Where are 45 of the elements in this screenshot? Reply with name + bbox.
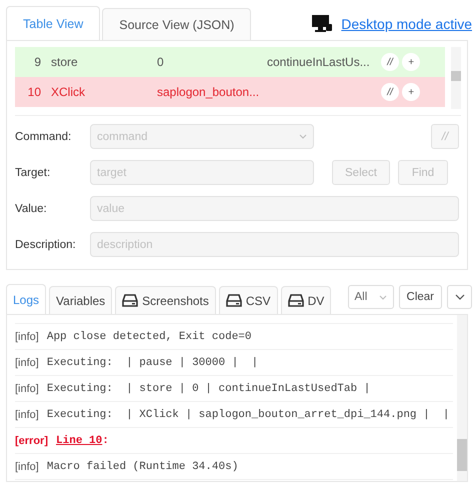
table-row[interactable]: 9 store 0 continueInLastUs... // + xyxy=(15,47,445,77)
log-level: [info] xyxy=(15,460,39,472)
table-cell-text: XClick xyxy=(51,85,86,99)
log-message: App close detected, Exit code=0 xyxy=(46,330,252,342)
chevron-down-icon xyxy=(378,294,387,300)
table-cell-text: store xyxy=(51,55,79,69)
table-row[interactable]: 10 XClick saplogon_bouton... // + xyxy=(15,77,445,107)
editor-tab[interactable]: Source View (JSON) xyxy=(102,8,252,40)
error-line-link[interactable]: Line 10 xyxy=(56,434,102,446)
caret-icon xyxy=(454,294,464,300)
log-message: Macro failed (Runtime 34.40s) xyxy=(46,460,238,472)
row-index: 9 xyxy=(33,55,41,69)
log-message: Executing: | XClick | saplogon_bouton_arret_dpi_144.png | | xyxy=(46,408,450,420)
log-panel-tab[interactable]: CSV xyxy=(218,286,278,314)
log-filter-dropdown[interactable]: All xyxy=(348,285,394,309)
add-button[interactable]: + xyxy=(402,53,420,71)
add-button[interactable]: + xyxy=(402,83,420,101)
log-level: [info] xyxy=(15,330,39,342)
scrollbar[interactable] xyxy=(457,315,467,481)
scrollbar[interactable] xyxy=(451,47,461,109)
comment-button[interactable]: // xyxy=(381,83,399,101)
log-panel-tab[interactable]: Screenshots xyxy=(115,286,216,314)
collapse-button[interactable] xyxy=(447,285,472,309)
table-cell-text: saplogon_bouton... xyxy=(157,85,260,99)
log-panel-tab[interactable]: Variables xyxy=(49,286,112,314)
field-label: Description: xyxy=(15,238,77,250)
log-panel-tab[interactable]: DV xyxy=(280,286,332,314)
log-message: : xyxy=(102,434,109,446)
comment-button[interactable]: // xyxy=(381,53,399,71)
monitor-icon xyxy=(311,14,334,34)
log-level: [error] xyxy=(15,434,48,446)
field-label: Value: xyxy=(15,202,48,214)
desktop-mode-link[interactable]: Desktop mode active xyxy=(341,16,472,32)
log-message: Executing: | store | 0 | continueInLastUsedTab | xyxy=(46,382,370,394)
log-message: Executing: | pause | 30000 | | xyxy=(46,356,258,368)
clear-button[interactable]: Clear xyxy=(398,285,442,309)
log-level: [info] xyxy=(15,356,39,368)
field-label: Command: xyxy=(15,130,72,142)
table-cell: continueInLastUs... xyxy=(267,55,370,69)
table-cell-text: 0 xyxy=(157,55,165,69)
row-index: 10 xyxy=(26,85,41,99)
field-label: Target: xyxy=(15,166,52,178)
log-level: [info] xyxy=(15,382,39,394)
chevron-down-icon xyxy=(299,134,307,139)
log-level: [info] xyxy=(15,408,39,420)
